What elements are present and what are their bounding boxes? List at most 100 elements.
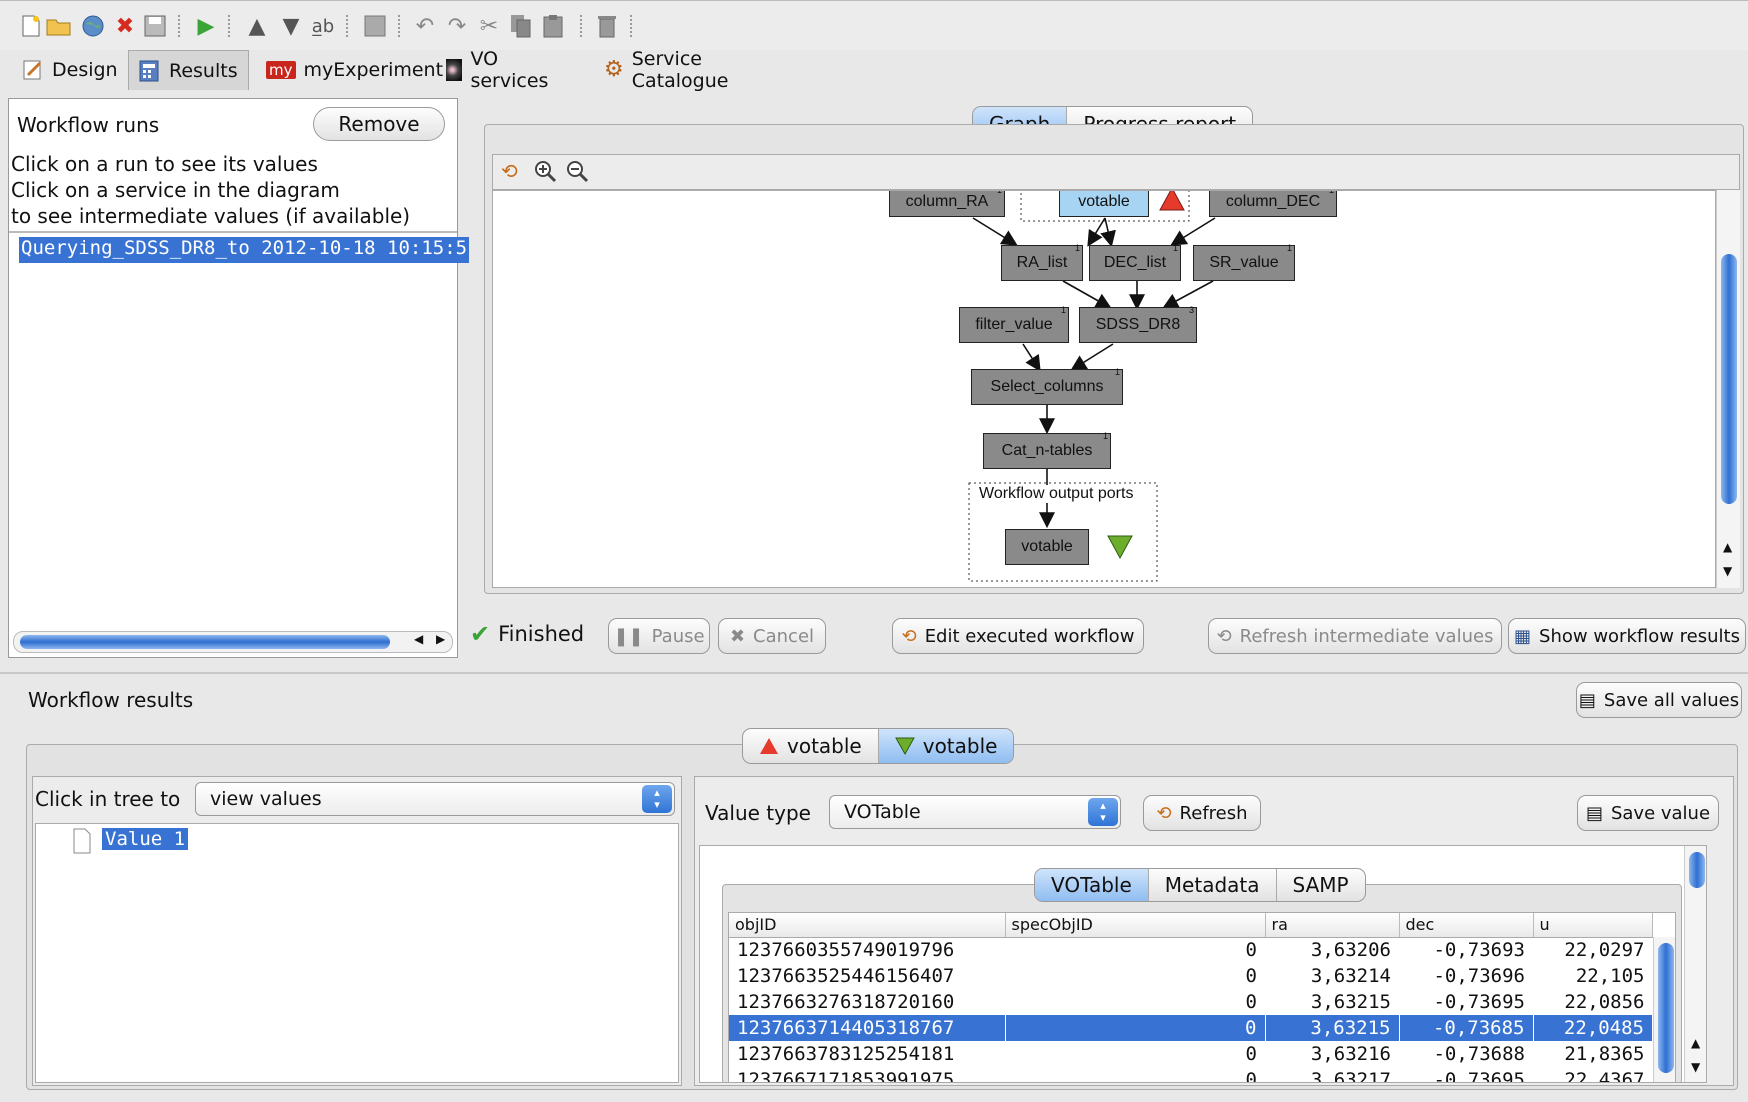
save-all-values-button[interactable]: ▤ Save all values: [1576, 682, 1742, 718]
scrollbar-thumb[interactable]: [1721, 254, 1737, 504]
table-row[interactable]: 1237667171853991975 0 3,63217 -0,73695 22,43…: [729, 1067, 1653, 1083]
output-port-tabs: votable votable: [742, 728, 1015, 764]
disabled-icon[interactable]: [362, 13, 388, 39]
output-port-triangle-icon: [894, 737, 915, 755]
remove-button[interactable]: Remove: [313, 107, 445, 141]
scroll-down-icon[interactable]: ▼: [1723, 564, 1732, 578]
new-workflow-icon[interactable]: [18, 13, 44, 39]
redo-icon[interactable]: ↷: [444, 13, 470, 39]
scrollbar-thumb[interactable]: [20, 635, 390, 649]
table-cell: 3,63217: [1310, 1069, 1391, 1083]
scrollbar-thumb[interactable]: [1658, 943, 1674, 1073]
table-cell: 0: [1245, 1069, 1257, 1083]
paste-icon[interactable]: [540, 13, 566, 39]
table-cell: 1237663783125254181: [737, 1043, 955, 1065]
diagram-vertical-scrollbar[interactable]: ▲ ▼: [1716, 190, 1740, 588]
reset-diagram-icon[interactable]: ⟲: [501, 159, 518, 183]
table-row[interactable]: 1237663276318720160 0 3,63215 -0,73695 22,08…: [729, 989, 1653, 1015]
refresh-button[interactable]: ⟲ Refresh: [1143, 795, 1261, 831]
zoom-in-icon[interactable]: [533, 159, 557, 188]
tab-votable-output[interactable]: votable: [878, 729, 1014, 763]
tree-item-value[interactable]: Value 1: [102, 828, 189, 850]
move-up-icon[interactable]: ▲: [244, 13, 270, 39]
tab-votable-input[interactable]: votable: [743, 729, 879, 763]
scroll-up-icon[interactable]: ▲: [1691, 1036, 1700, 1050]
node-label: Cat_n-tables: [1001, 442, 1093, 459]
save-all-icon: ▤: [1578, 689, 1596, 711]
table-cell: 22,0297: [1564, 939, 1645, 962]
node-sr-value[interactable]: SR_value 1: [1193, 243, 1295, 281]
column-header[interactable]: ra: [1265, 913, 1400, 938]
checkmark-icon: ✔: [470, 620, 491, 648]
move-down-icon[interactable]: ▼: [278, 13, 304, 39]
node-filter-value[interactable]: filter_value 1: [959, 305, 1069, 343]
perspective-myexperiment[interactable]: my myExperiment: [256, 50, 453, 90]
show-workflow-results-button[interactable]: ▦ Show workflow results: [1508, 618, 1746, 654]
open-folder-icon[interactable]: [46, 13, 72, 39]
value-type-value: VOTable: [844, 801, 921, 823]
runs-horizontal-scrollbar[interactable]: ◀ ▶: [13, 631, 453, 653]
tab-votable[interactable]: VOTable: [1035, 869, 1149, 901]
value-type-select[interactable]: VOTable ▴ ▾: [829, 795, 1121, 829]
edit-executed-workflow-button[interactable]: ⟲ Edit executed workflow: [892, 618, 1144, 654]
save-value-button[interactable]: ▤ Save value: [1577, 795, 1719, 831]
results-icon: ▦: [1514, 625, 1532, 647]
run-icon[interactable]: ▶: [193, 13, 219, 39]
cancel-button[interactable]: ✖ Cancel: [718, 618, 826, 654]
scroll-left-icon[interactable]: ◀: [414, 632, 423, 646]
horizontal-splitter[interactable]: [0, 672, 1748, 674]
node-column-ra[interactable]: column_RA 1: [889, 191, 1005, 217]
table-row[interactable]: 1237660355749019796 0 3,63206 -0,73693 22,02…: [729, 937, 1653, 963]
tab-metadata[interactable]: Metadata: [1149, 869, 1277, 901]
table-cell: 1237663525446156407: [737, 965, 955, 987]
node-votable-output[interactable]: votable: [1005, 529, 1089, 565]
table-cell: 0: [1245, 965, 1257, 987]
save-all-label: Save all values: [1603, 689, 1740, 711]
refresh-intermediate-values-button[interactable]: ⟲ Refresh intermediate values: [1208, 618, 1502, 654]
table-cell: -0,73695: [1433, 1069, 1525, 1083]
viewer-vertical-scrollbar[interactable]: ▲ ▼: [1684, 846, 1706, 1082]
workflow-diagram[interactable]: column_RA 1 votable column_DEC 1 RA_list 1 …: [492, 190, 1716, 588]
table-cell: -0,73696: [1433, 965, 1525, 987]
workflow-run-item[interactable]: Querying_SDSS_DR8_to 2012-10-18 10:15:5: [19, 237, 470, 263]
open-url-icon[interactable]: [80, 13, 106, 39]
cut-icon[interactable]: ✂: [476, 13, 502, 39]
pause-button[interactable]: ❚❚ Pause: [608, 618, 710, 654]
table-row[interactable]: 1237663525446156407 0 3,63214 -0,73696 22,10…: [729, 963, 1653, 989]
node-ra-list[interactable]: RA_list 1: [1001, 243, 1083, 281]
tree-action-select[interactable]: view values ▴ ▾: [195, 782, 675, 816]
node-select-columns[interactable]: Select_columns 1: [971, 367, 1123, 405]
node-sdss-dr8[interactable]: SDSS_DR8 3: [1079, 305, 1197, 343]
copy-icon[interactable]: [508, 13, 534, 39]
toolbar-separator: [398, 15, 400, 37]
tab-samp[interactable]: SAMP: [1277, 869, 1365, 901]
table-row[interactable]: 1237663783125254181 0 3,63216 -0,73688 21,83…: [729, 1041, 1653, 1067]
column-header[interactable]: dec: [1399, 913, 1534, 938]
node-votable-input[interactable]: votable: [1059, 191, 1149, 217]
rename-icon[interactable]: a̲b: [310, 13, 336, 39]
perspective-vo-services[interactable]: VO services: [436, 48, 564, 92]
column-header[interactable]: objID: [729, 913, 1006, 938]
undo-icon[interactable]: ↶: [412, 13, 438, 39]
column-header[interactable]: specObjID: [1005, 913, 1266, 938]
scroll-right-icon[interactable]: ▶: [436, 632, 445, 646]
perspective-design[interactable]: Design: [12, 50, 128, 90]
node-cat-n-tables[interactable]: Cat_n-tables 1: [983, 431, 1111, 469]
close-icon[interactable]: ✖: [112, 13, 138, 39]
scrollbar-thumb[interactable]: [1689, 852, 1705, 888]
perspective-service-catalogue[interactable]: ⚙ Service Catalogue: [594, 48, 741, 92]
delete-icon[interactable]: [594, 13, 620, 39]
scroll-up-icon[interactable]: ▲: [1723, 540, 1732, 554]
column-header[interactable]: u: [1533, 913, 1653, 938]
scroll-down-icon[interactable]: ▼: [1691, 1060, 1700, 1074]
table-cell: 1237663276318720160: [737, 991, 955, 1013]
table-row[interactable]: 1237663714405318767 0 3,63215 -0,73685 22,04…: [729, 1015, 1653, 1041]
node-dec-list[interactable]: DEC_list 1: [1089, 243, 1181, 281]
value-tree[interactable]: Value 1: [35, 823, 679, 1083]
zoom-out-icon[interactable]: [565, 159, 589, 188]
perspective-results[interactable]: Results: [128, 50, 249, 90]
node-column-dec[interactable]: column_DEC 1: [1209, 191, 1337, 217]
table-vertical-scrollbar[interactable]: [1653, 937, 1675, 1082]
save-icon[interactable]: [142, 13, 168, 39]
table-cell: -0,73695: [1433, 991, 1525, 1013]
